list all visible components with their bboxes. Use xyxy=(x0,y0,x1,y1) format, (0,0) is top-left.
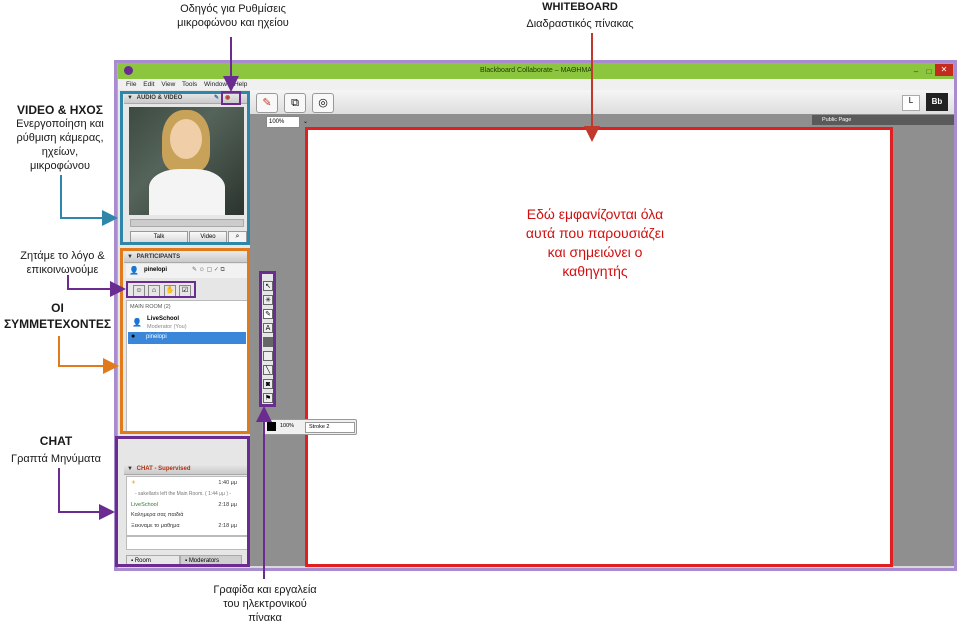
talk-arrow xyxy=(67,275,126,297)
video-arrow xyxy=(60,175,118,226)
participants-arrow xyxy=(58,336,119,374)
chat-arrow xyxy=(58,468,115,520)
annotation-arrows xyxy=(58,33,600,579)
